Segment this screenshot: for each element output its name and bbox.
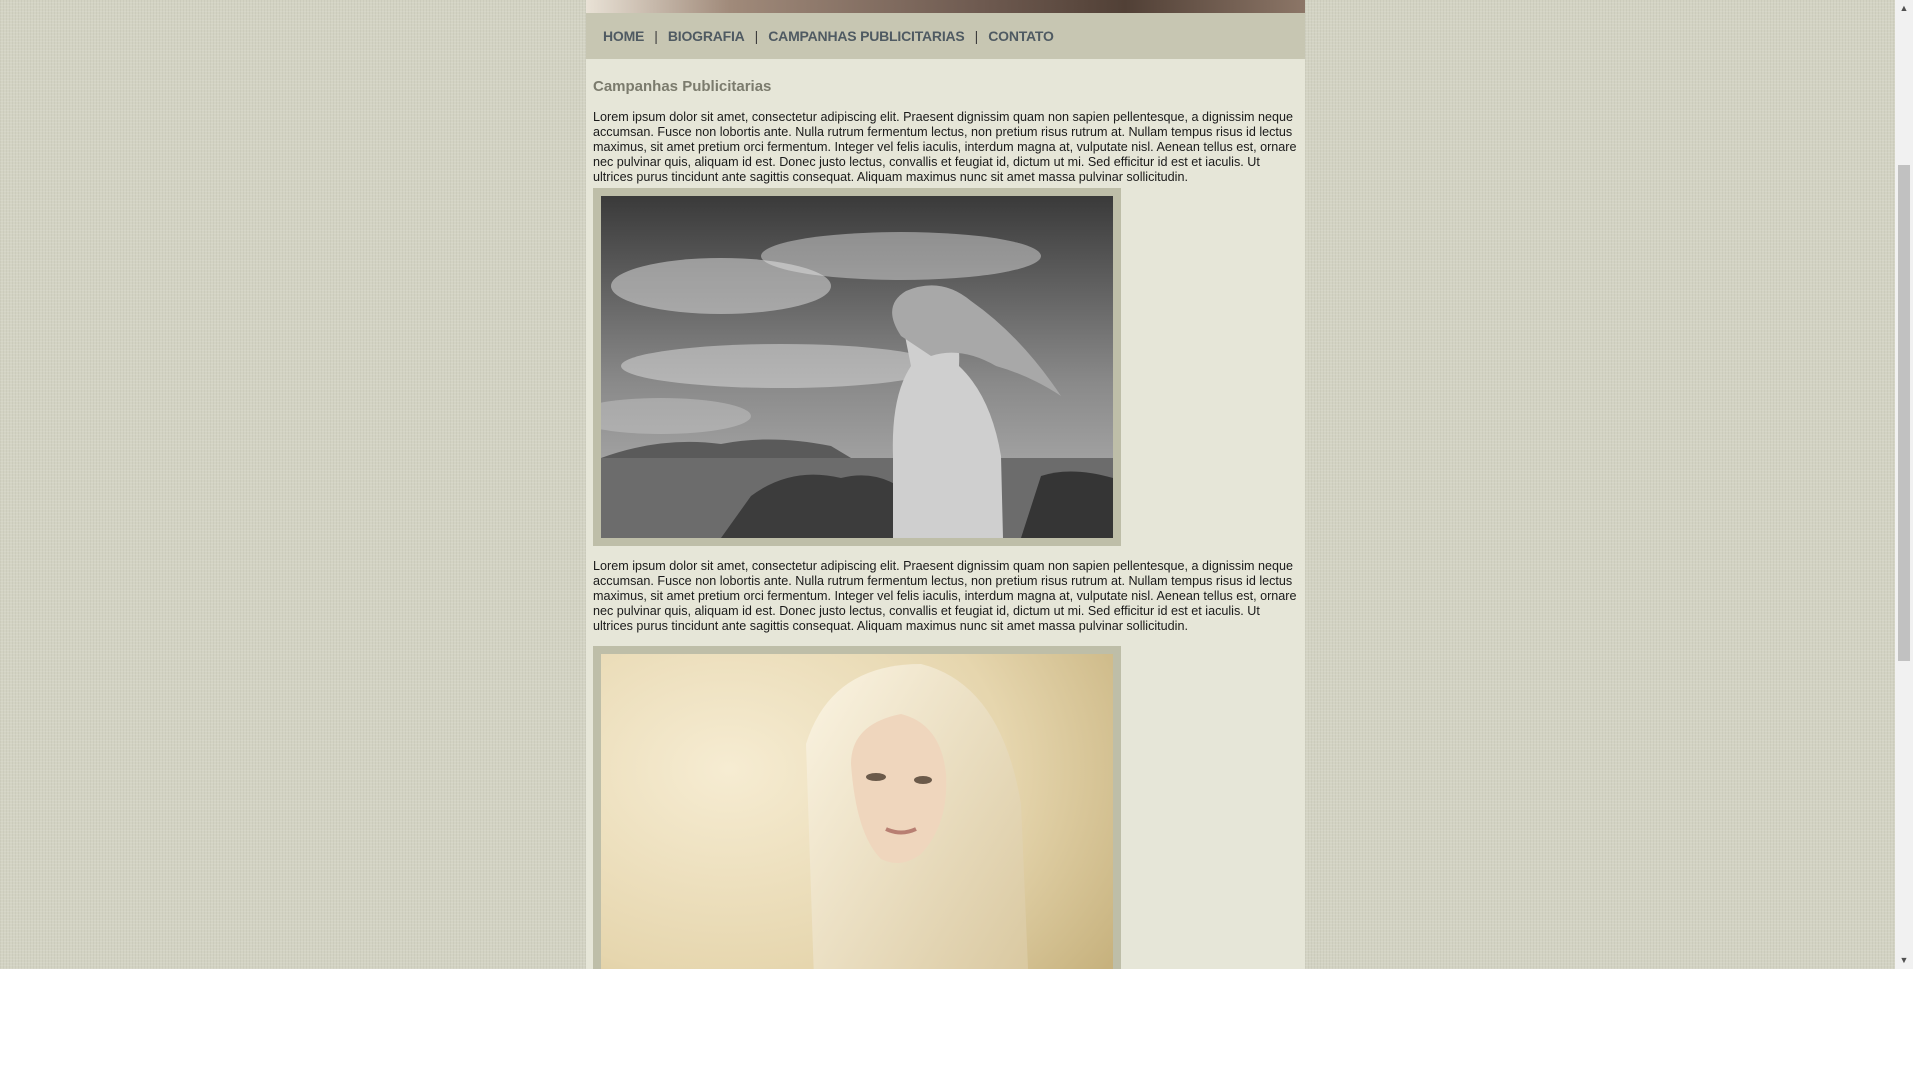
- campaign-photo-portrait: [601, 654, 1113, 969]
- nav-separator: |: [654, 28, 658, 44]
- page-container: HOME | BIOGRAFIA | CAMPANHAS PUBLICITARI…: [586, 0, 1305, 969]
- page-title: Campanhas Publicitarias: [593, 78, 772, 95]
- header-banner-image: [586, 0, 1305, 13]
- main-nav: HOME | BIOGRAFIA | CAMPANHAS PUBLICITARI…: [586, 13, 1305, 59]
- browser-viewport: HOME | BIOGRAFIA | CAMPANHAS PUBLICITARI…: [0, 0, 1913, 969]
- campaign-paragraph: Lorem ipsum dolor sit amet, consectetur …: [593, 110, 1297, 184]
- vertical-scrollbar[interactable]: ▲ ▼: [1895, 0, 1913, 969]
- campaign-paragraph: Lorem ipsum dolor sit amet, consectetur …: [593, 559, 1297, 633]
- triangle-up-icon[interactable]: ▲: [1895, 0, 1913, 17]
- nav-link-campanhas[interactable]: CAMPANHAS PUBLICITARIAS: [768, 28, 965, 44]
- scrollbar-thumb[interactable]: [1898, 165, 1910, 661]
- campaign-photo-frame: [593, 646, 1121, 969]
- campaign-photo-frame: [593, 188, 1121, 546]
- nav-link-biografia[interactable]: BIOGRAFIA: [668, 28, 745, 44]
- nav-link-home[interactable]: HOME: [603, 28, 644, 44]
- triangle-down-icon[interactable]: ▼: [1895, 952, 1913, 969]
- nav-separator: |: [754, 28, 759, 44]
- campaign-photo-seaside: [601, 196, 1113, 538]
- nav-separator: |: [974, 28, 979, 44]
- main-content: Campanhas Publicitarias Lorem ipsum dolo…: [593, 74, 1299, 969]
- nav-link-contato[interactable]: CONTATO: [988, 28, 1054, 44]
